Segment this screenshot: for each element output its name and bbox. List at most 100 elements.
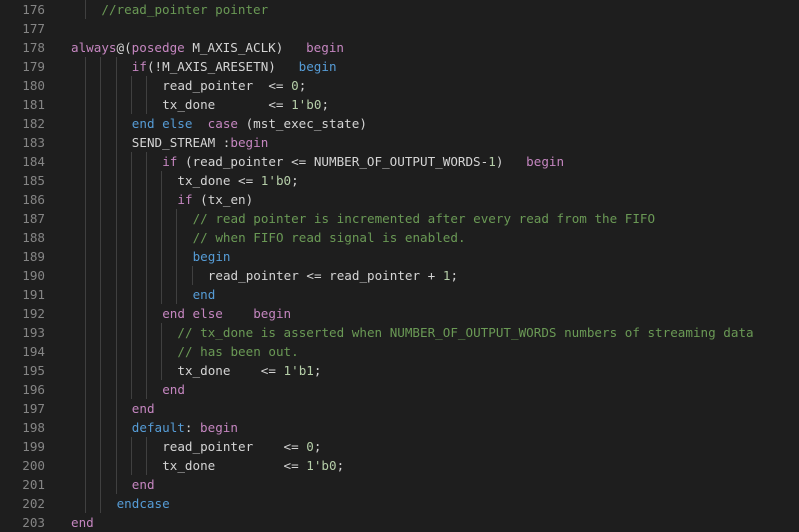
line-number: 176 (22, 2, 45, 17)
line-number: 193 (22, 325, 45, 340)
code-editor[interactable]: 176 //read_pointer pointer 177 178 always@(p… (0, 0, 799, 532)
code-line[interactable]: 195 tx_done <= 1'b1; (0, 361, 799, 380)
code-text: begin (193, 247, 231, 266)
code-token: ; (291, 173, 299, 188)
code-token: tx_done <= (177, 173, 261, 188)
code-token: end (162, 306, 185, 321)
line-number: 197 (22, 401, 45, 416)
code-token: tx_done <= (162, 97, 292, 112)
code-token: else (192, 306, 223, 321)
indent-guide (161, 171, 163, 304)
code-token: read_pointer <= (162, 439, 307, 454)
line-number: 177 (22, 21, 45, 36)
code-token: begin (306, 40, 344, 55)
code-line[interactable]: 189 begin (0, 247, 799, 266)
code-line[interactable]: 194 // has been out. (0, 342, 799, 361)
code-token: end (131, 401, 155, 416)
code-token: // has been out. (177, 344, 299, 359)
code-text: tx_done <= 1'b0; (177, 171, 298, 190)
code-token: 1'b1 (283, 363, 314, 378)
line-number: 185 (22, 173, 45, 188)
line-number: 198 (22, 420, 45, 435)
line-number: 202 (22, 496, 45, 511)
code-token: 1'b0 (306, 458, 337, 473)
indent-guide (85, 0, 87, 19)
code-token: ; (298, 78, 307, 93)
code-line[interactable]: 196 end (0, 380, 799, 399)
code-line[interactable]: 202 endcase (0, 494, 799, 513)
line-number: 194 (22, 344, 45, 359)
code-line[interactable]: 190 read_pointer <= read_pointer + 1; (0, 266, 799, 285)
line-number: 184 (22, 154, 45, 169)
code-line[interactable]: 193 // tx_done is asserted when NUMBER_OF… (0, 323, 799, 342)
code-line[interactable]: 192 end else begin (0, 304, 799, 323)
code-token: 0 (306, 439, 314, 454)
code-token: 1'b0 (291, 97, 322, 112)
code-line[interactable]: 176 //read_pointer pointer (0, 0, 799, 19)
indent-guide (130, 76, 132, 114)
code-line[interactable]: 186 if (tx_en) (0, 190, 799, 209)
line-number: 191 (22, 287, 45, 302)
code-text: end (132, 475, 155, 494)
code-line[interactable]: 180 read_pointer <= 0; (0, 76, 799, 95)
code-line[interactable]: 182 end else case (mst_exec_state) (0, 114, 799, 133)
code-text: tx_done <= 1'b0; (162, 95, 329, 114)
code-token: begin (526, 154, 565, 169)
code-text: read_pointer <= 0; (162, 437, 321, 456)
code-line[interactable]: 197 end (0, 399, 799, 418)
code-token: //read_pointer pointer (101, 2, 269, 17)
code-line[interactable]: 199 read_pointer <= 0; (0, 437, 799, 456)
line-number: 201 (22, 477, 45, 492)
code-line[interactable]: 181 tx_done <= 1'b0; (0, 95, 799, 114)
code-text: end (71, 513, 94, 532)
code-line[interactable]: 203 end (0, 513, 799, 532)
code-line[interactable]: 200 tx_done <= 1'b0; (0, 456, 799, 475)
indent-guide (146, 437, 147, 475)
code-text: end (162, 380, 185, 399)
code-token: read_pointer <= (162, 78, 292, 93)
code-token: end (131, 116, 155, 131)
code-token: : (184, 420, 201, 435)
code-line[interactable]: 198 default: begin (0, 418, 799, 437)
line-number: 188 (22, 230, 45, 245)
line-number: 179 (22, 59, 45, 74)
code-line[interactable]: 178 always@(posedge M_AXIS_ACLK) begin (0, 38, 799, 57)
code-line[interactable]: 185 tx_done <= 1'b0; (0, 171, 799, 190)
code-text: end else begin (162, 304, 291, 323)
indent-guide (130, 152, 132, 399)
line-number: 199 (22, 439, 45, 454)
code-line[interactable]: 184 if (read_pointer <= NUMBER_OF_OUTPUT_… (0, 152, 799, 171)
code-line[interactable]: 188 // when FIFO read signal is enabled. (0, 228, 799, 247)
code-token: ; (313, 363, 322, 378)
indent-guide (161, 323, 163, 380)
code-token: ; (336, 458, 345, 473)
line-number: 189 (22, 249, 45, 264)
code-token: SEND_STREAM : (131, 135, 231, 150)
code-line[interactable]: 179 if(!M_AXIS_ARESETN) begin (0, 57, 799, 76)
code-line[interactable]: 191 end (0, 285, 799, 304)
code-token: else (162, 116, 193, 131)
code-text: default: begin (132, 418, 238, 437)
code-text: read_pointer <= 0; (162, 76, 306, 95)
line-number: 192 (22, 306, 45, 321)
line-number: 181 (22, 97, 45, 112)
line-number: 203 (22, 515, 45, 530)
code-text: if (tx_en) (177, 190, 253, 209)
code-token: case (207, 116, 238, 131)
code-token: begin (200, 420, 238, 435)
line-number: 183 (22, 135, 45, 150)
code-token: end (192, 287, 216, 302)
code-token: 0 (291, 78, 299, 93)
code-line[interactable]: 177 (0, 19, 799, 38)
code-line[interactable]: 187 // read pointer is incremented after … (0, 209, 799, 228)
code-token: 1 (488, 154, 496, 169)
indent-guide (146, 76, 147, 114)
code-line[interactable]: 201 end (0, 475, 799, 494)
code-line[interactable]: 183 SEND_STREAM :begin (0, 133, 799, 152)
code-text: end else case (mst_exec_state) (132, 114, 367, 133)
line-number: 200 (22, 458, 45, 473)
code-token: if (131, 59, 147, 74)
